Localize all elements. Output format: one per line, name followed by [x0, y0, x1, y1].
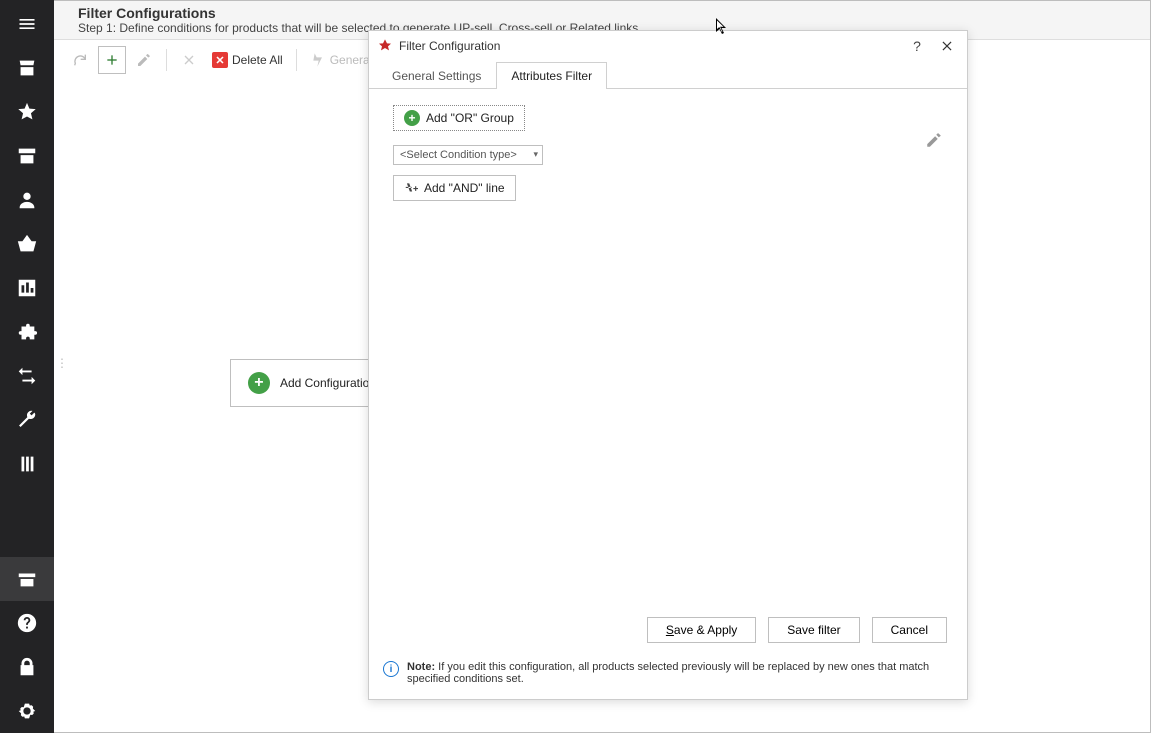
modal-body: + Add "OR" Group <Select Condition type>…	[369, 89, 967, 609]
refresh-button[interactable]	[66, 46, 94, 74]
archive-icon[interactable]	[0, 134, 54, 178]
layers-icon[interactable]	[0, 442, 54, 486]
app-sidebar	[0, 0, 54, 733]
condition-type-select[interactable]: <Select Condition type>	[393, 145, 543, 165]
add-button[interactable]	[98, 46, 126, 74]
page-title: Filter Configurations	[78, 5, 1142, 21]
delete-all-label: Delete All	[232, 53, 283, 67]
toolbar-separator-2	[296, 49, 297, 71]
add-or-group-label: Add "OR" Group	[426, 111, 514, 125]
transfer-icon[interactable]	[0, 354, 54, 398]
add-or-group-button[interactable]: + Add "OR" Group	[393, 105, 525, 131]
help-button[interactable]: ?	[905, 34, 929, 58]
plus-circle-icon: +	[404, 110, 420, 126]
modal-titlebar[interactable]: Filter Configuration ?	[369, 31, 967, 61]
modal-title: Filter Configuration	[399, 39, 500, 53]
lock-icon[interactable]	[0, 645, 54, 689]
menu-icon[interactable]	[0, 2, 54, 46]
delete-all-button[interactable]: ✕ Delete All	[207, 46, 288, 74]
add-configuration-label: Add Configuration	[280, 376, 376, 390]
close-button[interactable]	[935, 34, 959, 58]
chart-icon[interactable]	[0, 266, 54, 310]
delete-button[interactable]	[175, 46, 203, 74]
help-icon[interactable]	[0, 601, 54, 645]
save-filter-button[interactable]: Save filter	[768, 617, 859, 643]
app-logo-icon	[377, 38, 393, 54]
edit-button[interactable]	[130, 46, 158, 74]
tab-attributes-filter[interactable]: Attributes Filter	[496, 62, 607, 89]
info-icon: i	[383, 661, 399, 677]
clear-icon[interactable]	[925, 131, 943, 152]
cancel-button[interactable]: Cancel	[872, 617, 947, 643]
delete-all-icon: ✕	[212, 52, 228, 68]
modal-note: i Note: If you edit this configuration, …	[369, 651, 967, 699]
store-icon[interactable]	[0, 46, 54, 90]
person-icon[interactable]	[0, 178, 54, 222]
puzzle-icon[interactable]	[0, 310, 54, 354]
box-icon[interactable]	[0, 557, 54, 601]
star-icon[interactable]	[0, 90, 54, 134]
add-and-line-label: Add "AND" line	[424, 181, 505, 195]
note-label: Note:	[407, 661, 435, 673]
save-apply-button[interactable]: Save & Apply	[647, 617, 756, 643]
filter-configuration-modal: Filter Configuration ? General Settings …	[368, 30, 968, 700]
basket-icon[interactable]	[0, 222, 54, 266]
panel-drag-handle[interactable]: ⋮	[56, 361, 70, 365]
modal-tabs: General Settings Attributes Filter	[369, 61, 967, 89]
add-and-line-button[interactable]: Add "AND" line	[393, 175, 516, 201]
tab-general-settings[interactable]: General Settings	[377, 62, 496, 89]
toolbar-separator	[166, 49, 167, 71]
gear-icon[interactable]	[0, 689, 54, 733]
modal-footer-buttons: Save & Apply Save filter Cancel	[369, 609, 967, 651]
wrench-icon[interactable]	[0, 398, 54, 442]
plus-circle-icon: +	[248, 372, 270, 394]
note-text: If you edit this configuration, all prod…	[407, 661, 929, 685]
